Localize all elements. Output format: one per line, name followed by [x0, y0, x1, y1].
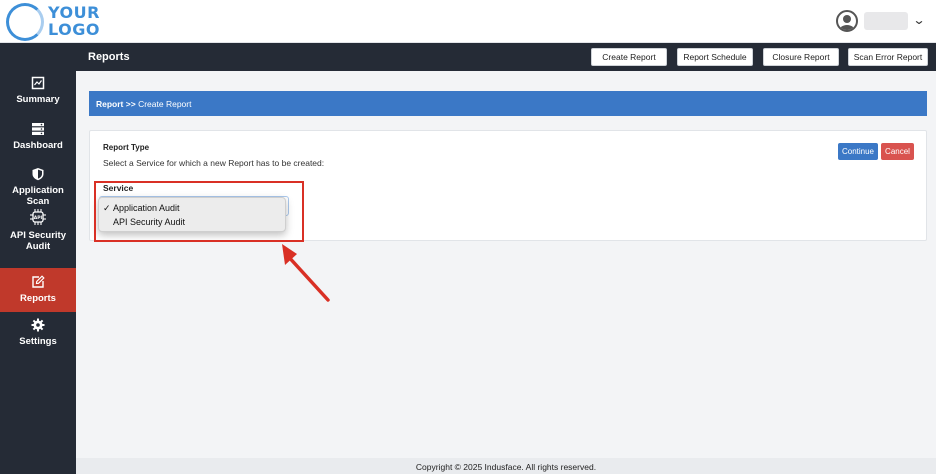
sidebar-item-label: Settings	[19, 336, 57, 347]
breadcrumb-separator: >>	[125, 99, 136, 109]
highlight-box	[94, 181, 304, 242]
closure-report-button[interactable]: Closure Report	[763, 48, 839, 66]
cancel-button[interactable]: Cancel	[881, 143, 914, 160]
create-report-button[interactable]: Create Report	[591, 48, 667, 66]
svg-text:API: API	[34, 215, 43, 221]
sidebar-item-api-security-audit[interactable]: API API Security Audit	[0, 208, 76, 252]
breadcrumb: Report >> Create Report	[89, 91, 927, 116]
sidebar-item-label: Reports	[20, 293, 56, 304]
sidebar: Summary Dashboard Application Scan API A…	[0, 43, 76, 474]
sidebar-item-summary[interactable]: Summary	[0, 76, 76, 105]
logo-line-1: YOUR	[48, 3, 100, 22]
shield-icon	[32, 168, 44, 181]
logo-ring-icon	[6, 3, 44, 41]
logo-line-2: LOGO	[48, 20, 100, 39]
sidebar-item-application-scan[interactable]: Application Scan	[0, 167, 76, 207]
dashboard-server-icon	[32, 123, 44, 135]
sidebar-item-label: Dashboard	[13, 140, 63, 151]
gear-icon	[31, 318, 45, 332]
user-circle-icon[interactable]	[836, 10, 858, 32]
company-logo[interactable]: YOUR LOGO	[6, 3, 99, 41]
annotation-arrow-icon	[282, 244, 330, 302]
api-chip-icon: API	[30, 209, 46, 225]
continue-button[interactable]: Continue	[838, 143, 878, 160]
user-name[interactable]	[864, 12, 908, 30]
breadcrumb-current: Create Report	[138, 99, 192, 109]
sidebar-item-label: API Security Audit	[10, 230, 66, 252]
summary-chart-icon	[31, 76, 45, 90]
sidebar-item-dashboard[interactable]: Dashboard	[0, 122, 76, 151]
page-title: Reports	[88, 51, 130, 63]
page-title-bar: Reports Create Report Report Schedule Cl…	[76, 43, 936, 71]
footer: Copyright © 2025 Indusface. All rights r…	[76, 458, 936, 474]
sidebar-item-label: Application Scan	[12, 185, 64, 207]
report-type-heading: Report Type	[103, 143, 150, 152]
sidebar-item-label: Summary	[16, 94, 60, 105]
sidebar-item-settings[interactable]: Settings	[0, 318, 76, 347]
sidebar-item-reports[interactable]: Reports	[0, 268, 76, 312]
breadcrumb-root[interactable]: Report	[96, 99, 123, 109]
top-header: YOUR LOGO ⌄	[0, 0, 936, 43]
copyright-text: Copyright © 2025 Indusface. All rights r…	[415, 462, 597, 472]
report-schedule-button[interactable]: Report Schedule	[677, 48, 753, 66]
chevron-down-icon[interactable]: ⌄	[912, 13, 925, 27]
service-instruction: Select a Service for which a new Report …	[103, 158, 325, 168]
edit-icon	[32, 275, 45, 288]
scan-error-report-button[interactable]: Scan Error Report	[848, 48, 928, 66]
